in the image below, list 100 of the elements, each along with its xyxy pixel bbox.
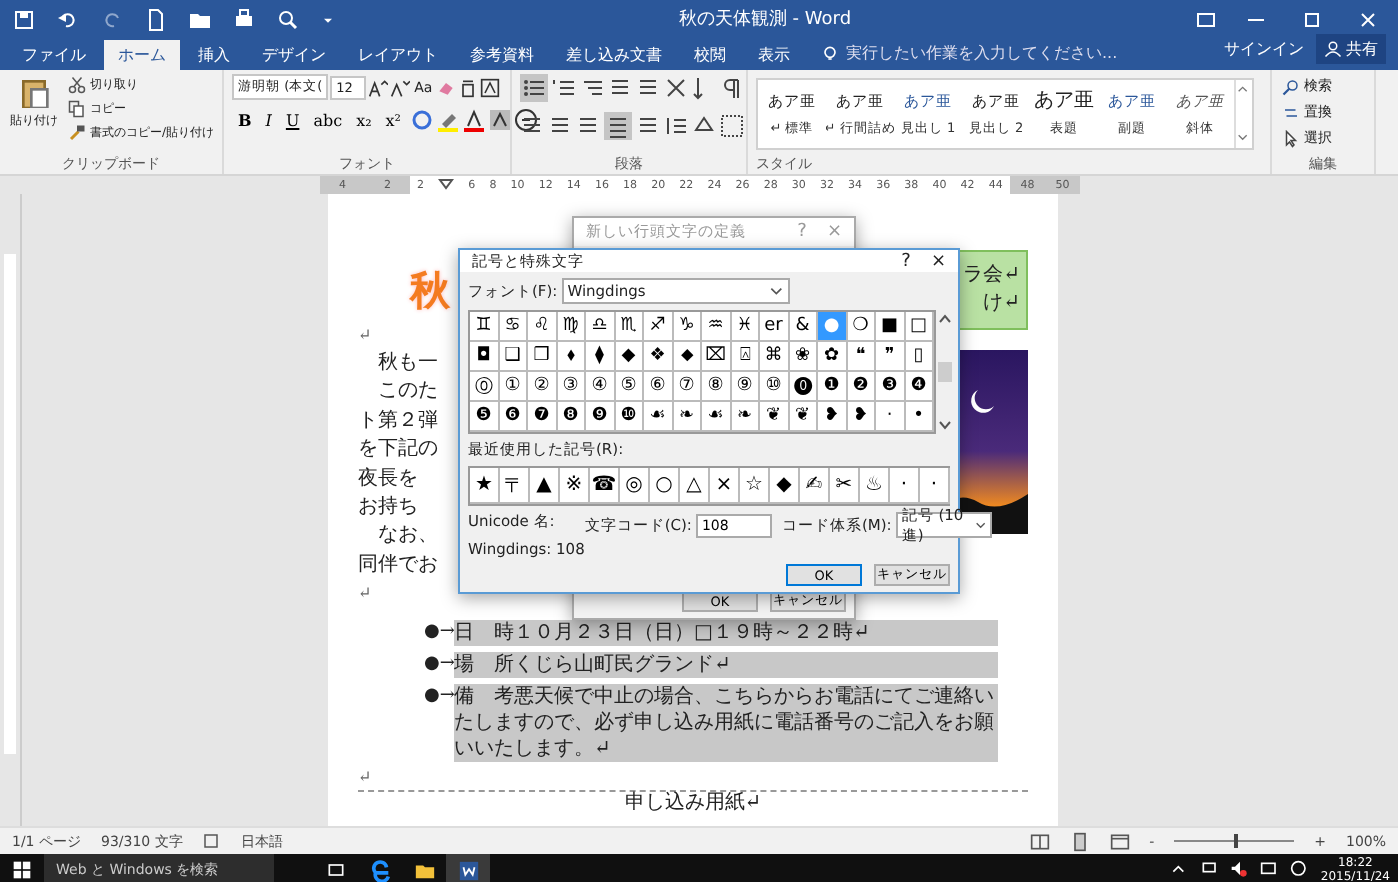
paragraph-mark-icon[interactable] <box>720 76 744 100</box>
symbol-cell[interactable]: ♏ <box>615 312 644 342</box>
recent-symbol-cell[interactable]: ◎ <box>620 468 650 504</box>
distributed-icon[interactable] <box>636 114 660 138</box>
recent-symbol-cell[interactable]: ▲ <box>530 468 560 504</box>
numbered-list-icon[interactable] <box>552 76 576 100</box>
symbol-cell[interactable]: ❧ <box>731 402 760 432</box>
symbol-cell[interactable]: ❞ <box>876 342 905 372</box>
undo-icon[interactable] <box>56 7 80 31</box>
task-view-icon[interactable] <box>326 860 346 880</box>
symbol-cell[interactable]: ♎ <box>586 312 615 342</box>
read-mode-icon[interactable] <box>1029 831 1050 851</box>
help-button[interactable]: ? <box>901 251 911 271</box>
ribbon-tab[interactable]: ホーム <box>104 40 180 70</box>
symbol-cell[interactable]: ♌ <box>528 312 557 342</box>
symbol-cell[interactable]: ⑦ <box>673 372 702 402</box>
symbol-cell[interactable]: ④ <box>586 372 615 402</box>
symbol-cell[interactable]: ⍓ <box>731 342 760 372</box>
recent-symbol-cell[interactable]: ★ <box>470 468 500 504</box>
enclosed-character-icon[interactable] <box>513 108 537 132</box>
symbol-cell[interactable]: ❻ <box>499 402 528 432</box>
share-button[interactable]: 共有 <box>1316 34 1386 64</box>
symbol-cell[interactable]: ✿ <box>818 342 847 372</box>
text-effects-icon[interactable] <box>409 108 433 132</box>
ribbon-tab[interactable]: 参考資料 <box>456 40 548 70</box>
ribbon-tab[interactable]: 校閲 <box>680 40 740 70</box>
recent-symbol-cell[interactable]: 〒 <box>500 468 530 504</box>
character-shading-icon[interactable] <box>487 108 511 132</box>
ribbon-tab[interactable]: デザイン <box>248 40 340 70</box>
recent-symbol-cell[interactable]: ※ <box>560 468 590 504</box>
symbol-cell[interactable]: ♑ <box>673 312 702 342</box>
symbol-cell[interactable]: ❦ <box>760 402 789 432</box>
web-layout-icon[interactable] <box>1109 831 1130 851</box>
symbol-cell[interactable]: ❺ <box>470 402 499 432</box>
format-button[interactable]: B <box>232 110 258 130</box>
symbol-cell[interactable]: ⑨ <box>731 372 760 402</box>
symbol-cell[interactable]: ❒ <box>528 342 557 372</box>
symbol-cell[interactable]: ⬧ <box>557 342 586 372</box>
justify-button[interactable] <box>604 112 632 140</box>
highlighter-icon[interactable] <box>435 108 459 132</box>
recent-symbol-cell[interactable]: · <box>920 468 950 504</box>
symbol-cell[interactable]: ⌘ <box>760 342 789 372</box>
symbol-cell[interactable]: ❝ <box>847 342 876 372</box>
symbol-cell[interactable]: ② <box>528 372 557 402</box>
word-app-icon[interactable] <box>457 859 479 881</box>
symbol-cell[interactable]: ❸ <box>876 372 905 402</box>
ribbon-tab[interactable]: レイアウト <box>344 40 452 70</box>
line-spacing-icon[interactable] <box>664 114 688 138</box>
recent-symbol-cell[interactable]: ♨ <box>860 468 890 504</box>
tell-me-field[interactable]: 実行したい作業を入力してください... <box>846 42 1118 64</box>
symbol-cell[interactable]: ❶ <box>818 372 847 402</box>
symbol-cell[interactable]: ♐ <box>644 312 673 342</box>
recent-symbol-cell[interactable]: ○ <box>650 468 680 504</box>
align-center-icon[interactable] <box>548 114 572 138</box>
lightbulb-icon[interactable] <box>820 43 840 63</box>
recent-symbol-cell[interactable]: · <box>890 468 920 504</box>
borders-icon[interactable] <box>720 114 744 138</box>
symbol-cell[interactable]: ❽ <box>557 402 586 432</box>
format-button[interactable]: x² <box>379 111 407 129</box>
symbol-cell[interactable]: ⑤ <box>615 372 644 402</box>
symbol-cell[interactable]: ⑥ <box>644 372 673 402</box>
font-color-icon[interactable] <box>461 108 485 132</box>
print-layout-icon[interactable] <box>1069 831 1090 851</box>
symbol-cell[interactable]: ❾ <box>586 402 615 432</box>
ribbon-tab[interactable]: ファイル <box>8 40 100 70</box>
grow-font-icon[interactable] <box>368 77 389 97</box>
ribbon-options-icon[interactable] <box>1194 7 1218 31</box>
symbol-cell[interactable]: ⓪ <box>470 372 499 402</box>
recent-symbol-cell[interactable]: ◆ <box>770 468 800 504</box>
symbol-cell[interactable]: & <box>789 312 818 342</box>
recent-symbol-cell[interactable]: ✍ <box>800 468 830 504</box>
format-button[interactable]: abc <box>307 111 349 129</box>
symbol-cell[interactable]: ♋ <box>499 312 528 342</box>
recent-symbol-cell[interactable]: ☎ <box>590 468 620 504</box>
browser-e-icon[interactable] <box>369 859 391 881</box>
symbol-cell[interactable]: ❧ <box>673 402 702 432</box>
symbol-cell[interactable]: ❦ <box>789 402 818 432</box>
symbol-cell[interactable]: ♍ <box>557 312 586 342</box>
symbol-cell[interactable]: ⬥ <box>673 342 702 372</box>
symbol-cell[interactable]: ⧫ <box>586 342 615 372</box>
symbol-cell[interactable]: ❼ <box>528 402 557 432</box>
recent-symbol-cell[interactable]: × <box>710 468 740 504</box>
windows-logo-icon[interactable] <box>12 860 32 880</box>
increase-indent-icon[interactable] <box>636 76 660 100</box>
multilevel-list-icon[interactable] <box>580 76 604 100</box>
format-button[interactable]: x₂ <box>350 111 378 129</box>
symbol-cell[interactable]: ♊ <box>470 312 499 342</box>
magnifier-icon[interactable] <box>276 7 300 31</box>
symbol-cell[interactable]: ■ <box>876 312 905 342</box>
format-button[interactable]: I <box>259 111 278 129</box>
symbol-cell[interactable]: ❍ <box>847 312 876 342</box>
shrink-font-icon[interactable] <box>390 77 411 97</box>
symbol-cell[interactable]: ❿ <box>615 402 644 432</box>
symbol-cell[interactable]: ⓿ <box>789 372 818 402</box>
symbol-cell[interactable]: ❥ <box>847 402 876 432</box>
symbol-cell[interactable]: ♓ <box>731 312 760 342</box>
speaker-icon[interactable] <box>1230 860 1251 880</box>
symbol-cell[interactable]: ◘ <box>470 342 499 372</box>
symbol-cell[interactable]: ▯ <box>905 342 934 372</box>
format-button[interactable]: U <box>279 111 306 129</box>
